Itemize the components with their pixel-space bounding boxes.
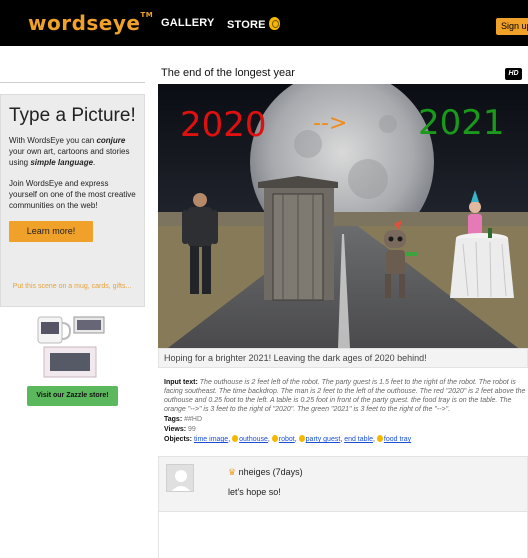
outhouse	[258, 176, 338, 301]
objects-label: Objects:	[164, 436, 193, 443]
scene-title: The end of the longest year	[161, 67, 295, 79]
object-link-food-tray[interactable]: food tray	[384, 436, 411, 443]
input-text-label: Input text:	[164, 379, 198, 386]
sidebar-divider	[0, 82, 145, 83]
promo-text-emphasis: simple language	[30, 158, 94, 167]
caption-bar: Hoping for a brighter 2021! Leaving the …	[158, 348, 528, 368]
tags-row: Tags: ##HD	[164, 415, 526, 424]
text-2020: 2020	[180, 105, 267, 145]
user-silhouette-icon	[171, 470, 191, 491]
nav-store-label: STORE	[227, 19, 266, 31]
hd-badge[interactable]: HD	[505, 68, 522, 80]
learn-more-button[interactable]: Learn more!	[9, 221, 93, 242]
object-link-end-table[interactable]: end table	[344, 436, 373, 443]
comment-author[interactable]: nheiges	[239, 467, 271, 477]
comment-author-row: ♛ nheiges (7days)	[228, 467, 303, 478]
nav-store-link[interactable]: STORE	[227, 17, 280, 31]
promo-panel: Type a Picture! With WordsEye you can co…	[0, 94, 145, 307]
input-text-value: The outhouse is 2 feet left of the robot…	[164, 379, 526, 413]
nav-gallery-link[interactable]: GALLERY	[161, 17, 215, 29]
views-row: Views: 99	[164, 425, 526, 434]
views-value: 99	[188, 426, 196, 433]
object-link-outhouse[interactable]: outhouse	[239, 436, 268, 443]
input-text-row: Input text: The outhouse is 2 feet left …	[164, 378, 526, 414]
merchandise-image[interactable]	[30, 307, 110, 381]
scene-caption: Hoping for a brighter 2021! Leaving the …	[164, 353, 427, 363]
zazzle-promo-text[interactable]: Put this scene on a mug, cards, gifts...	[12, 282, 132, 292]
promo-text-part: .	[93, 158, 96, 167]
comment-area	[158, 512, 528, 558]
text-arrow: -->	[313, 111, 347, 136]
coin-icon	[232, 435, 239, 442]
coin-icon	[376, 435, 383, 442]
moon-crater	[348, 159, 388, 199]
scene-info: Input text: The outhouse is 2 feet left …	[164, 378, 526, 444]
moon-crater	[379, 115, 397, 133]
comment-item: ♛ nheiges (7days) let's hope so!	[158, 456, 528, 512]
coin-icon	[268, 17, 280, 30]
coin-icon	[298, 435, 305, 442]
object-link-robot[interactable]: robot	[279, 436, 295, 443]
comment-age: (7days)	[272, 467, 303, 477]
avatar[interactable]	[166, 464, 194, 492]
sign-up-button[interactable]: Sign up	[496, 18, 528, 35]
zazzle-store-button[interactable]: Visit our Zazzle store!	[27, 386, 118, 406]
promo-text-emphasis: conjure	[96, 136, 126, 145]
promo-text-part: With WordsEye you can	[9, 136, 97, 145]
scene-image[interactable]: 2020 --> 2021	[158, 84, 528, 348]
promo-title: Type a Picture!	[9, 105, 136, 126]
views-label: Views:	[164, 426, 187, 433]
object-link-time-image[interactable]: time image	[194, 436, 228, 443]
tags-label: Tags:	[164, 416, 183, 423]
logo-trademark: TM	[140, 11, 154, 19]
left-sidebar: Type a Picture! With WordsEye you can co…	[0, 46, 155, 512]
text-2021: 2021	[418, 103, 505, 143]
nav-gallery-label: GALLERY	[161, 17, 215, 29]
top-navigation-bar: wordseyeTM GALLERY STORE Sign up	[0, 0, 528, 46]
coin-icon	[271, 435, 278, 442]
promo-text-join: Join WordsEye and express yourself on on…	[9, 179, 136, 210]
party-table	[450, 228, 514, 298]
comment-text: let's hope so!	[228, 487, 281, 497]
crown-icon: ♛	[228, 467, 237, 477]
scene-detail: The end of the longest year HD 2020 --> …	[157, 46, 528, 558]
logo-text: wordseye	[28, 11, 141, 35]
wordseye-logo[interactable]: wordseyeTM	[28, 11, 153, 35]
object-link-party-guest[interactable]: party guest	[306, 436, 341, 443]
objects-row: Objects: time image, outhouse, robot, pa…	[164, 435, 412, 443]
tags-value[interactable]: ##HD	[184, 416, 202, 423]
promo-text-conjure: With WordsEye you can conjure your own a…	[9, 135, 137, 168]
